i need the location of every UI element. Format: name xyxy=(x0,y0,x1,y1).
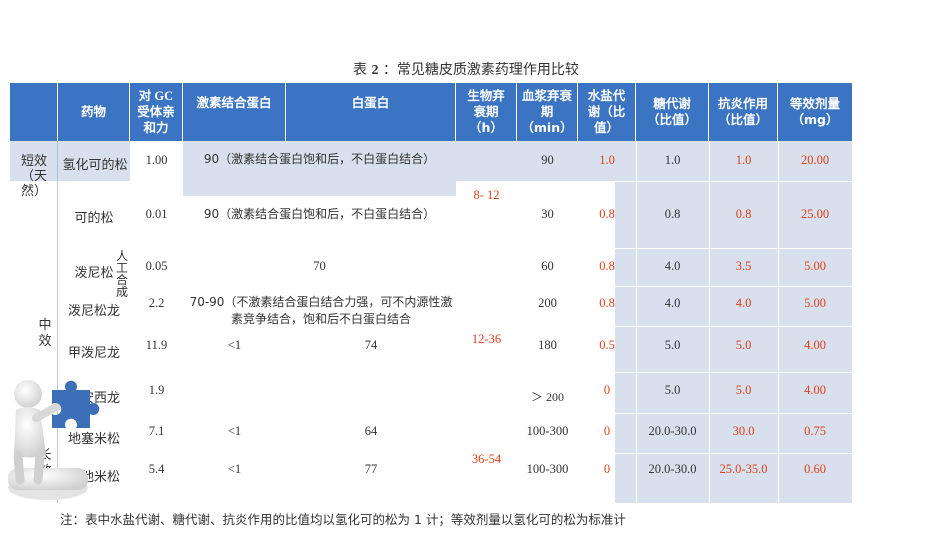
caption-text: ：常见糖皮质激素药理作用比较 xyxy=(382,62,579,78)
plasma-halflife: ＞ 200 xyxy=(530,390,564,404)
sugar-ratio: 5.0 xyxy=(664,383,681,397)
col-divider xyxy=(636,141,637,503)
drug-name: 可的松 xyxy=(74,211,114,226)
bio-halflife-long: 36-54 xyxy=(471,452,502,466)
sugar-ratio: 20.0-30.0 xyxy=(648,462,697,476)
gc-affinity: 0.05 xyxy=(145,259,168,273)
equiv-dose: 20.00 xyxy=(800,153,830,167)
equiv-dose: 0.75 xyxy=(804,424,826,438)
col-divider xyxy=(709,141,710,503)
equiv-dose: 4.00 xyxy=(804,383,826,397)
salt-ratio: 1.0 xyxy=(599,153,615,167)
group-short: 短效（天然） xyxy=(20,154,47,199)
header-plasma-halflife: 血浆弃衰期（min） xyxy=(517,83,578,141)
gc-affinity: 0.01 xyxy=(145,207,168,221)
table-caption: 表 2 ：常见糖皮质激素药理作用比较 xyxy=(353,62,603,79)
bio-halflife-short: 8- 12 xyxy=(473,188,500,202)
header-gc-affinity: 对 GC 受体亲和力 xyxy=(130,83,183,141)
binding-text: 90（激素结合蛋白饱和后，不白蛋白结合） xyxy=(203,207,436,221)
sugar-ratio: 4.0 xyxy=(664,259,681,273)
binding-text: 70-90（不激素结合蛋白结合力强，可不内源性激素竞争结合，饱和后不白蛋白结合 xyxy=(189,295,453,326)
sugar-ratio: 1.0 xyxy=(664,153,681,167)
equiv-dose: 25.00 xyxy=(800,207,830,221)
albumin-binding: 64 xyxy=(364,424,378,438)
sugar-ratio: 20.0-30.0 xyxy=(648,424,697,438)
caption-prefix: 表 xyxy=(353,62,367,78)
plasma-halflife: 100-300 xyxy=(526,462,569,476)
plasma-halflife: 100-300 xyxy=(526,424,569,438)
anti-ratio: 25.0-35.0 xyxy=(719,462,768,476)
equiv-dose: 5.00 xyxy=(804,259,826,273)
plasma-halflife: 180 xyxy=(538,338,557,352)
albumin-binding: 77 xyxy=(364,462,378,476)
equiv-dose: 4.00 xyxy=(804,338,826,352)
drug-name: 氢化可的松 xyxy=(62,158,128,173)
header-drug: 药物 xyxy=(58,83,130,141)
bio-halflife-medium: 12-36 xyxy=(471,332,502,346)
header-binding-protein: 激素结合蛋白 xyxy=(183,83,286,141)
row-divider xyxy=(615,372,852,373)
gc-affinity: 11.9 xyxy=(145,338,168,352)
table-footnote: 注：表中水盐代谢、糖代谢、抗炎作用的比值均以氢化可的松为 1 计；等效剂量以氢化… xyxy=(60,512,626,527)
gc-affinity: 7.1 xyxy=(148,424,165,438)
col-divider xyxy=(778,141,779,503)
sugar-ratio: 5.0 xyxy=(664,338,681,352)
equiv-dose: 0.60 xyxy=(804,462,826,476)
plasma-halflife: 30 xyxy=(541,207,554,221)
salt-ratio: 0.5 xyxy=(599,338,615,352)
anti-ratio: 1.0 xyxy=(735,153,752,167)
salt-ratio: 0.8 xyxy=(599,259,615,273)
anti-ratio: 30.0 xyxy=(732,424,755,438)
row-divider xyxy=(615,248,852,249)
col-divider xyxy=(852,141,853,503)
gc-affinity: 2.2 xyxy=(148,296,165,310)
salt-ratio: 0 xyxy=(603,383,611,397)
row-divider xyxy=(615,413,852,414)
row-divider xyxy=(615,453,852,454)
row-divider xyxy=(578,181,852,182)
anti-ratio: 4.0 xyxy=(735,296,752,310)
salt-ratio: 0.8 xyxy=(599,207,615,221)
binding-text: 70 xyxy=(313,259,326,273)
drug-name: 泼尼松龙 xyxy=(67,304,120,319)
cbg-binding: <1 xyxy=(227,424,242,438)
gc-affinity: 1.9 xyxy=(148,383,165,397)
cbg-binding: <1 xyxy=(227,462,242,476)
header-anti-inflammatory: 抗炎作用（比值） xyxy=(709,83,778,141)
sugar-ratio: 0.8 xyxy=(664,207,681,221)
header-bio-halflife: 生物弃衰期（h） xyxy=(456,83,517,141)
header-equiv-dose: 等效剂量（mg） xyxy=(778,83,852,141)
salt-ratio: 0 xyxy=(603,462,611,476)
salt-ratio: 0 xyxy=(603,424,611,438)
row-divider xyxy=(615,286,852,287)
group-medium: 中效 xyxy=(38,318,52,349)
anti-ratio: 0.8 xyxy=(735,207,752,221)
gc-affinity: 1.00 xyxy=(145,153,168,167)
header-sugar-metabolism: 糖代谢（比值） xyxy=(636,83,709,141)
caption-number: 2 xyxy=(371,63,379,78)
cbg-binding: <1 xyxy=(227,338,242,352)
gc-affinity: 5.4 xyxy=(148,462,165,476)
header-salt-metabolism: 水盐代谢（比值） xyxy=(578,83,636,141)
sugar-ratio: 4.0 xyxy=(664,296,681,310)
drug-name: 甲泼尼龙 xyxy=(67,346,120,361)
plasma-halflife: 200 xyxy=(538,296,557,310)
header-group xyxy=(10,83,58,141)
drug-name: 泼尼松 xyxy=(74,266,114,281)
plasma-halflife: 60 xyxy=(541,259,554,273)
equiv-dose: 5.00 xyxy=(804,296,826,310)
binding-text: 90（激素结合蛋白饱和后，不白蛋白结合） xyxy=(203,152,436,166)
salt-ratio: 0.8 xyxy=(599,296,615,310)
albumin-binding: 74 xyxy=(364,338,378,352)
plasma-halflife: 90 xyxy=(541,153,554,167)
header-albumin: 白蛋白 xyxy=(286,83,456,141)
anti-ratio: 3.5 xyxy=(735,259,752,273)
row-divider xyxy=(615,326,852,327)
anti-ratio: 5.0 xyxy=(735,338,752,352)
anti-ratio: 5.0 xyxy=(735,383,752,397)
puzzle-person-illustration xyxy=(8,380,100,500)
